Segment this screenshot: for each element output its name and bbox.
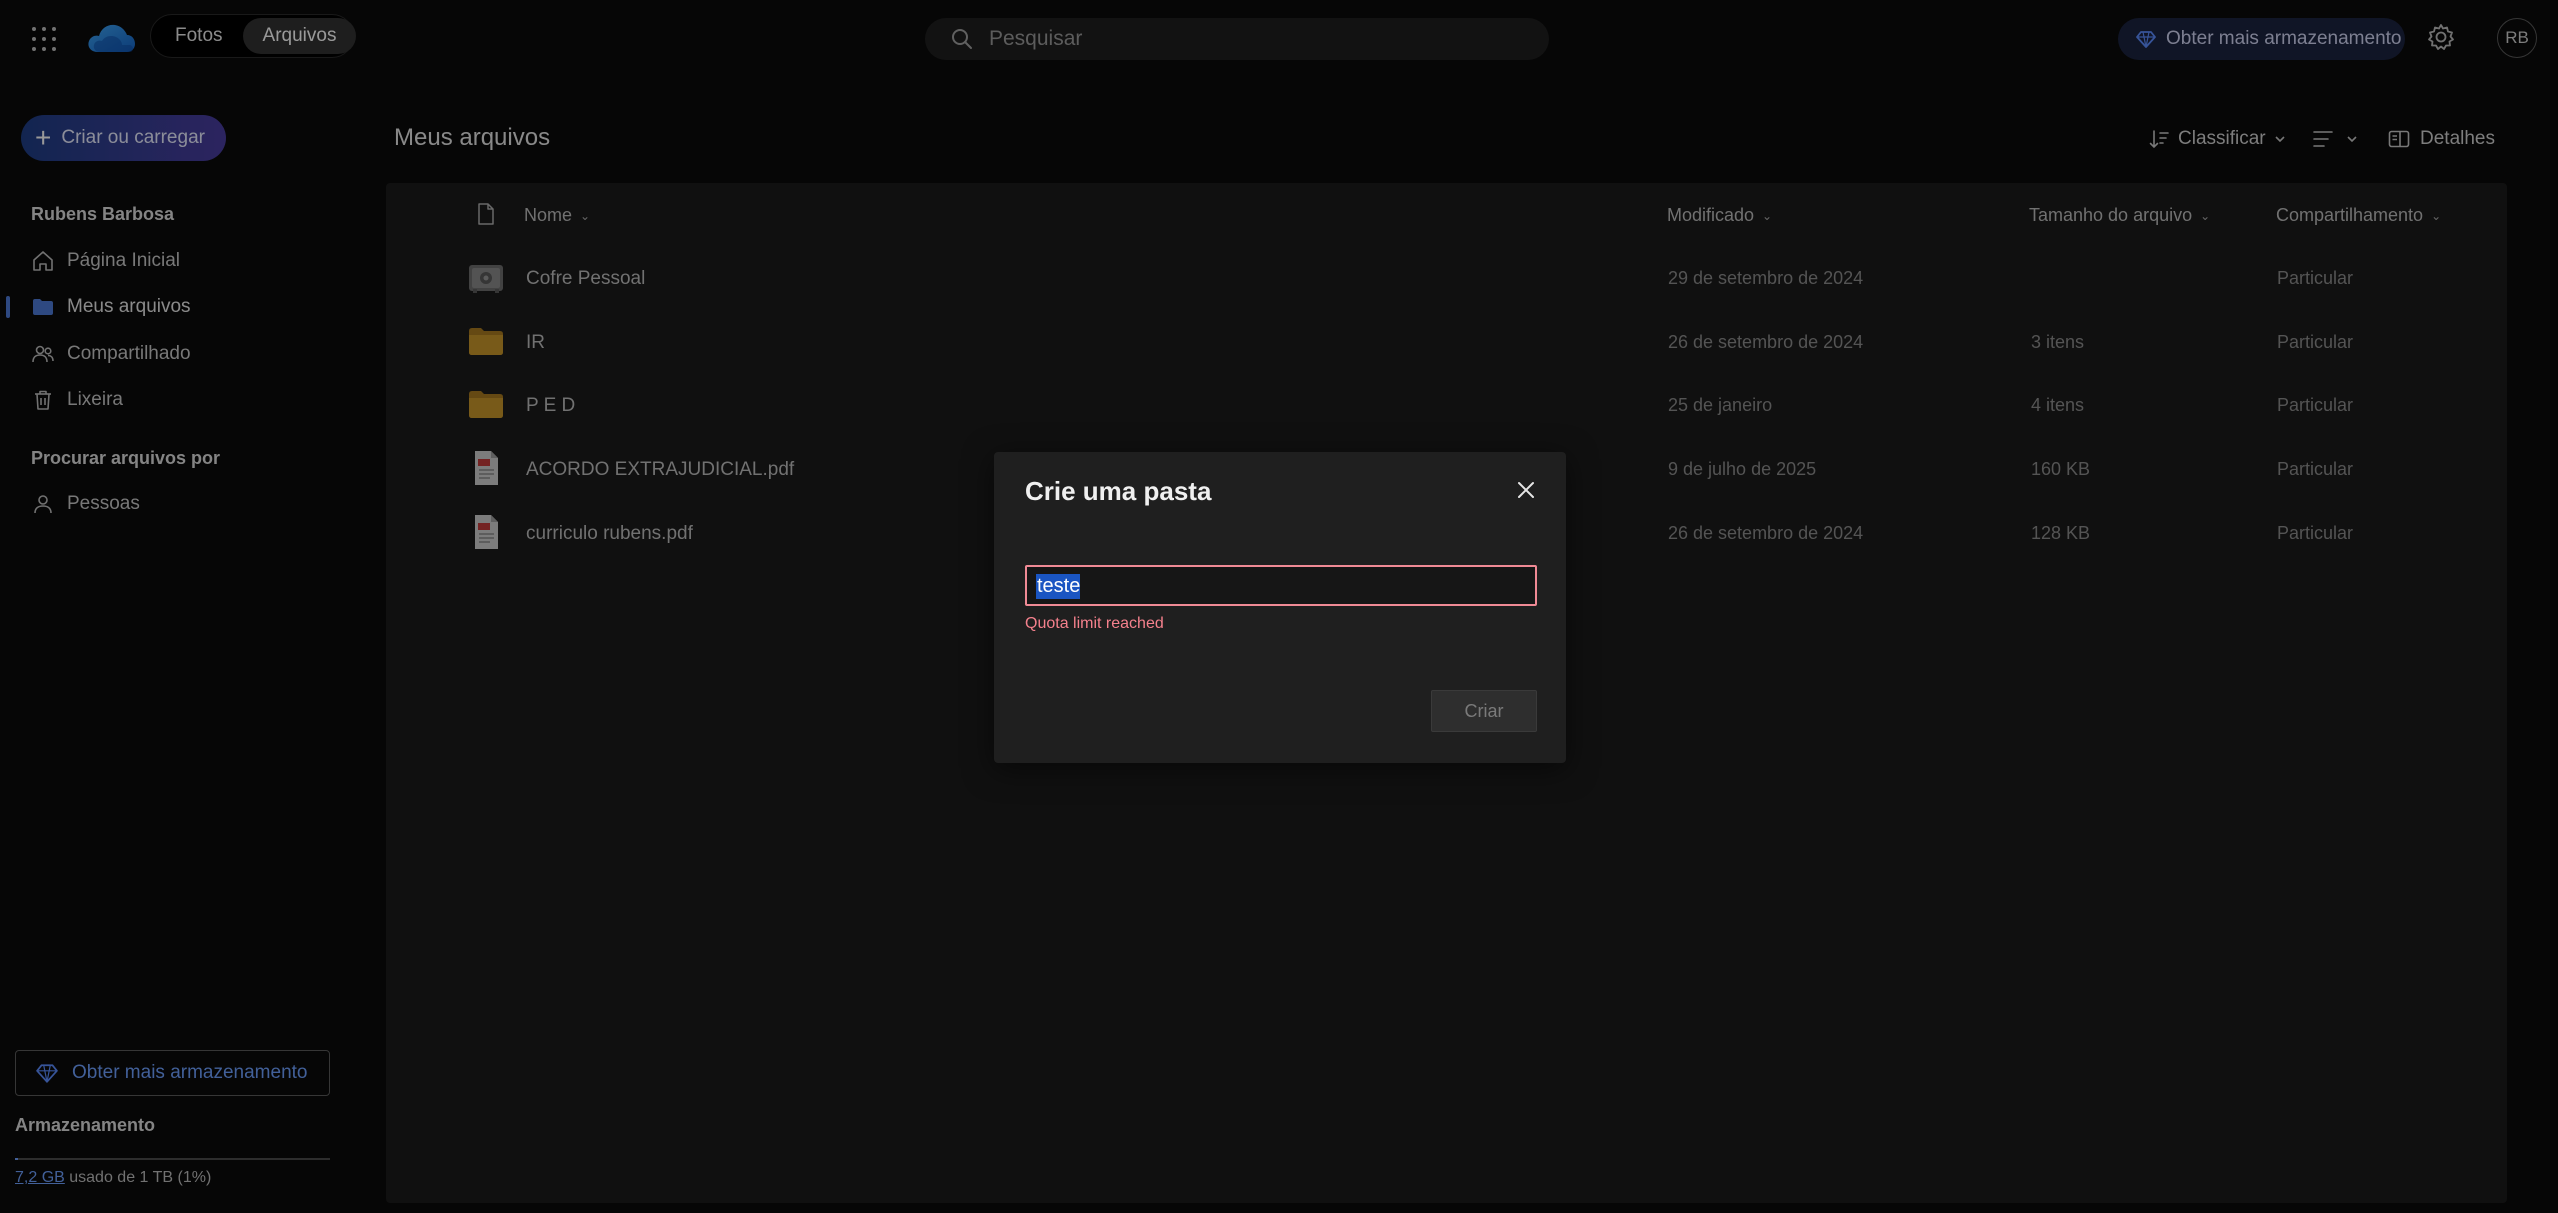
create-button[interactable]: Criar <box>1431 690 1537 732</box>
folder-name-input[interactable] <box>1037 573 1517 599</box>
dialog-title: Crie uma pasta <box>1025 476 1212 506</box>
folder-name-field <box>1025 565 1537 606</box>
close-icon[interactable] <box>1514 478 1538 502</box>
create-folder-dialog: Crie uma pasta Quota limit reached Criar <box>994 452 1566 763</box>
error-message: Quota limit reached <box>1025 615 1164 632</box>
